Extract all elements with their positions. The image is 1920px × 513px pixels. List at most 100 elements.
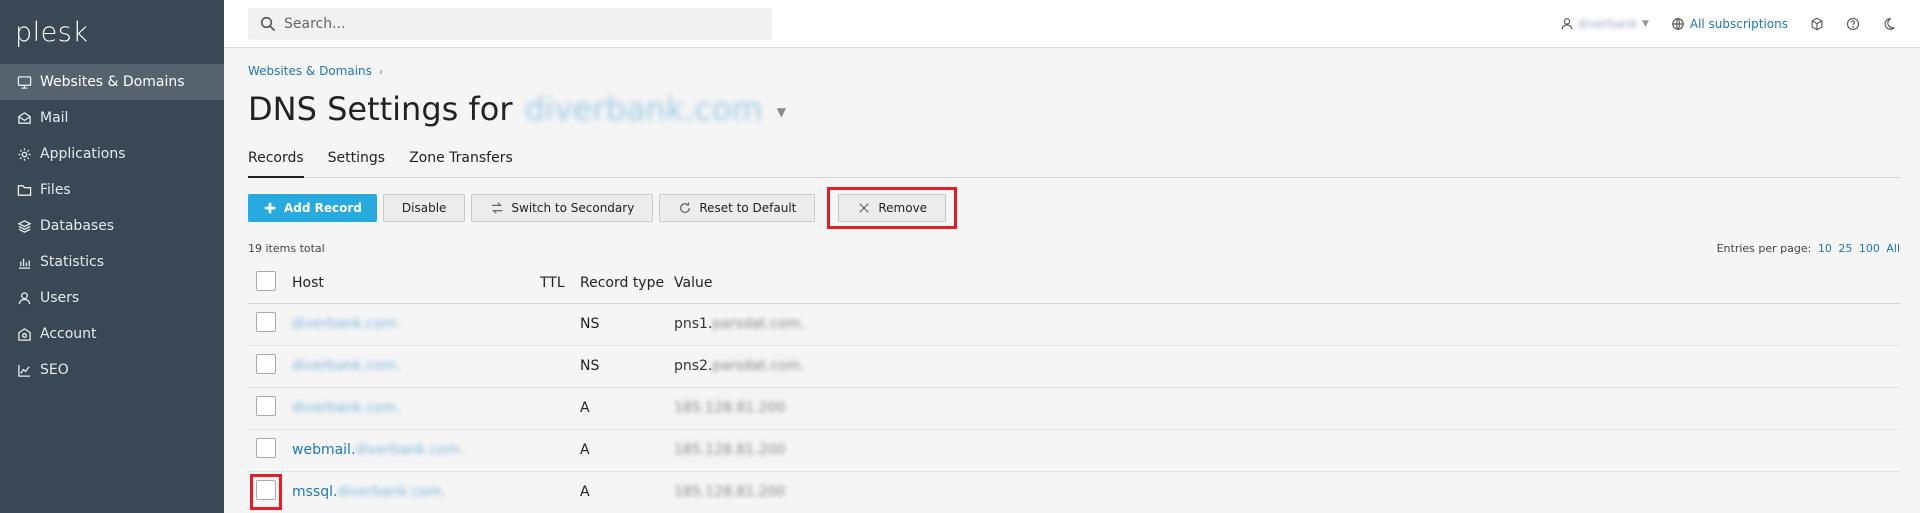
ttl-cell xyxy=(540,387,580,430)
dns-records-table: Host TTL Record type Value diverbank.com… xyxy=(248,263,1900,513)
switch-to-secondary-button[interactable]: Switch to Secondary xyxy=(471,194,654,222)
table-header-row: Host TTL Record type Value xyxy=(248,263,1900,304)
remove-button[interactable]: Remove xyxy=(838,194,947,222)
page-title-domain[interactable]: diverbank.com xyxy=(524,90,762,128)
disable-label: Disable xyxy=(401,201,447,215)
cube-icon xyxy=(1811,17,1823,31)
column-header-record-type[interactable]: Record type xyxy=(580,263,674,304)
value-cell: pns2.parsdat.com. xyxy=(674,345,1900,388)
mail-icon xyxy=(16,110,32,126)
sidebar-item-label: Applications xyxy=(40,146,126,162)
host-cell: webmail.diverbank.com. xyxy=(292,429,540,472)
breadcrumb: Websites & Domains › xyxy=(248,64,1900,78)
plus-icon xyxy=(264,202,276,214)
row-checkbox-cell xyxy=(248,429,292,472)
entries-per-page-100[interactable]: 100 xyxy=(1859,242,1880,255)
sidebar-item-statistics[interactable]: Statistics xyxy=(0,244,224,280)
value-text: parsdat.com. xyxy=(712,316,805,332)
row-checkbox[interactable] xyxy=(256,438,276,458)
column-header-host[interactable]: Host xyxy=(292,263,540,304)
host-link[interactable]: diverbank.com. xyxy=(292,316,401,332)
value-text: parsdat.com. xyxy=(712,358,805,374)
sidebar-item-mail[interactable]: Mail xyxy=(0,100,224,136)
ttl-cell xyxy=(540,303,580,346)
column-header-value[interactable]: Value xyxy=(674,263,1900,304)
help-button[interactable] xyxy=(1846,17,1860,31)
table-row: mssql.diverbank.com. A 185.128.81.200 xyxy=(248,471,1900,513)
entries-per-page-label: Entries per page: xyxy=(1716,242,1812,255)
user-menu[interactable]: diverbank ▼ xyxy=(1560,17,1649,31)
host-link[interactable]: diverbank.com. xyxy=(292,358,401,374)
record-type-cell: A xyxy=(580,471,674,513)
user-icon xyxy=(1561,18,1573,30)
ttl-cell xyxy=(540,345,580,388)
entries-per-page-10[interactable]: 10 xyxy=(1818,242,1832,255)
sidebar-item-label: Users xyxy=(40,290,80,306)
sidebar: plesk Websites & Domains Mail Applicatio… xyxy=(0,0,224,513)
switch-icon xyxy=(492,202,503,214)
sidebar-item-label: Account xyxy=(40,326,97,342)
sidebar-item-label: Databases xyxy=(40,218,115,234)
chevron-down-icon: ▼ xyxy=(1641,19,1649,29)
add-record-label: Add Record xyxy=(284,201,362,215)
account-icon xyxy=(16,326,32,342)
tab-records[interactable]: Records xyxy=(248,148,304,178)
row-checkbox[interactable] xyxy=(256,396,276,416)
sidebar-item-databases[interactable]: Databases xyxy=(0,208,224,244)
entries-per-page: Entries per page: 10 25 100 All xyxy=(1717,242,1900,255)
toolbar: Add Record Disable Switch to Secondary R… xyxy=(248,187,1900,229)
tabs: Records Settings Zone Transfers xyxy=(248,148,1900,178)
host-cell: diverbank.com. xyxy=(292,387,540,430)
user-name: diverbank xyxy=(1578,17,1638,31)
plesk-logo[interactable]: plesk xyxy=(0,0,224,64)
row-checkbox[interactable] xyxy=(256,354,276,374)
tab-zone-transfers[interactable]: Zone Transfers xyxy=(409,148,513,178)
host-link[interactable]: diverbank.com. xyxy=(292,400,401,416)
row-checkbox[interactable] xyxy=(256,312,276,332)
table-row: diverbank.com. A 185.128.81.200 xyxy=(248,387,1900,430)
reset-to-default-label: Reset to Default xyxy=(699,201,797,215)
row-checkbox-cell xyxy=(248,303,292,346)
column-header-ttl[interactable]: TTL xyxy=(540,263,580,304)
reset-to-default-button[interactable]: Reset to Default xyxy=(659,194,816,222)
value-prefix: pns1. xyxy=(674,316,713,332)
record-type-cell: NS xyxy=(580,345,674,388)
row-checkbox[interactable] xyxy=(256,480,276,500)
top-right-controls: diverbank ▼ All subscriptions xyxy=(1538,0,1896,48)
record-type-cell: A xyxy=(580,387,674,430)
extensions-button[interactable] xyxy=(1810,17,1824,31)
select-all-checkbox[interactable] xyxy=(256,270,276,291)
entries-per-page-all[interactable]: All xyxy=(1886,242,1900,255)
search-input[interactable] xyxy=(284,16,744,32)
seo-chart-icon xyxy=(16,362,32,378)
sidebar-item-account[interactable]: Account xyxy=(0,316,224,352)
host-link[interactable]: mssql.diverbank.com. xyxy=(292,484,446,500)
disable-button[interactable]: Disable xyxy=(382,194,466,222)
globe-icon xyxy=(1672,18,1684,30)
sidebar-item-users[interactable]: Users xyxy=(0,280,224,316)
chevron-down-icon[interactable]: ▼ xyxy=(777,105,786,119)
host-link[interactable]: webmail.diverbank.com. xyxy=(292,442,464,458)
value-cell: pns1.parsdat.com. xyxy=(674,303,1900,346)
sidebar-item-applications[interactable]: Applications xyxy=(0,136,224,172)
search-box[interactable] xyxy=(248,8,772,40)
sidebar-item-websites-domains[interactable]: Websites & Domains xyxy=(0,64,224,100)
page-title: DNS Settings for diverbank.com ▼ xyxy=(248,88,1900,130)
entries-per-page-25[interactable]: 25 xyxy=(1838,242,1852,255)
theme-toggle[interactable] xyxy=(1882,17,1896,31)
ttl-cell xyxy=(540,429,580,472)
add-record-button[interactable]: Add Record xyxy=(248,194,377,222)
host-domain: diverbank.com. xyxy=(355,442,465,458)
subscriptions-selector[interactable]: All subscriptions xyxy=(1671,17,1788,31)
breadcrumb-websites-domains[interactable]: Websites & Domains xyxy=(248,64,372,78)
sidebar-item-files[interactable]: Files xyxy=(0,172,224,208)
sidebar-item-label: Websites & Domains xyxy=(40,74,185,90)
table-row: diverbank.com. NS pns2.parsdat.com. xyxy=(248,345,1900,388)
select-all-cell xyxy=(248,263,292,304)
sidebar-item-label: SEO xyxy=(40,362,69,378)
tab-settings[interactable]: Settings xyxy=(328,148,385,178)
sidebar-item-seo[interactable]: SEO xyxy=(0,352,224,388)
sidebar-item-label: Mail xyxy=(40,110,69,126)
host-cell: diverbank.com. xyxy=(292,345,540,388)
reset-icon xyxy=(680,202,691,214)
